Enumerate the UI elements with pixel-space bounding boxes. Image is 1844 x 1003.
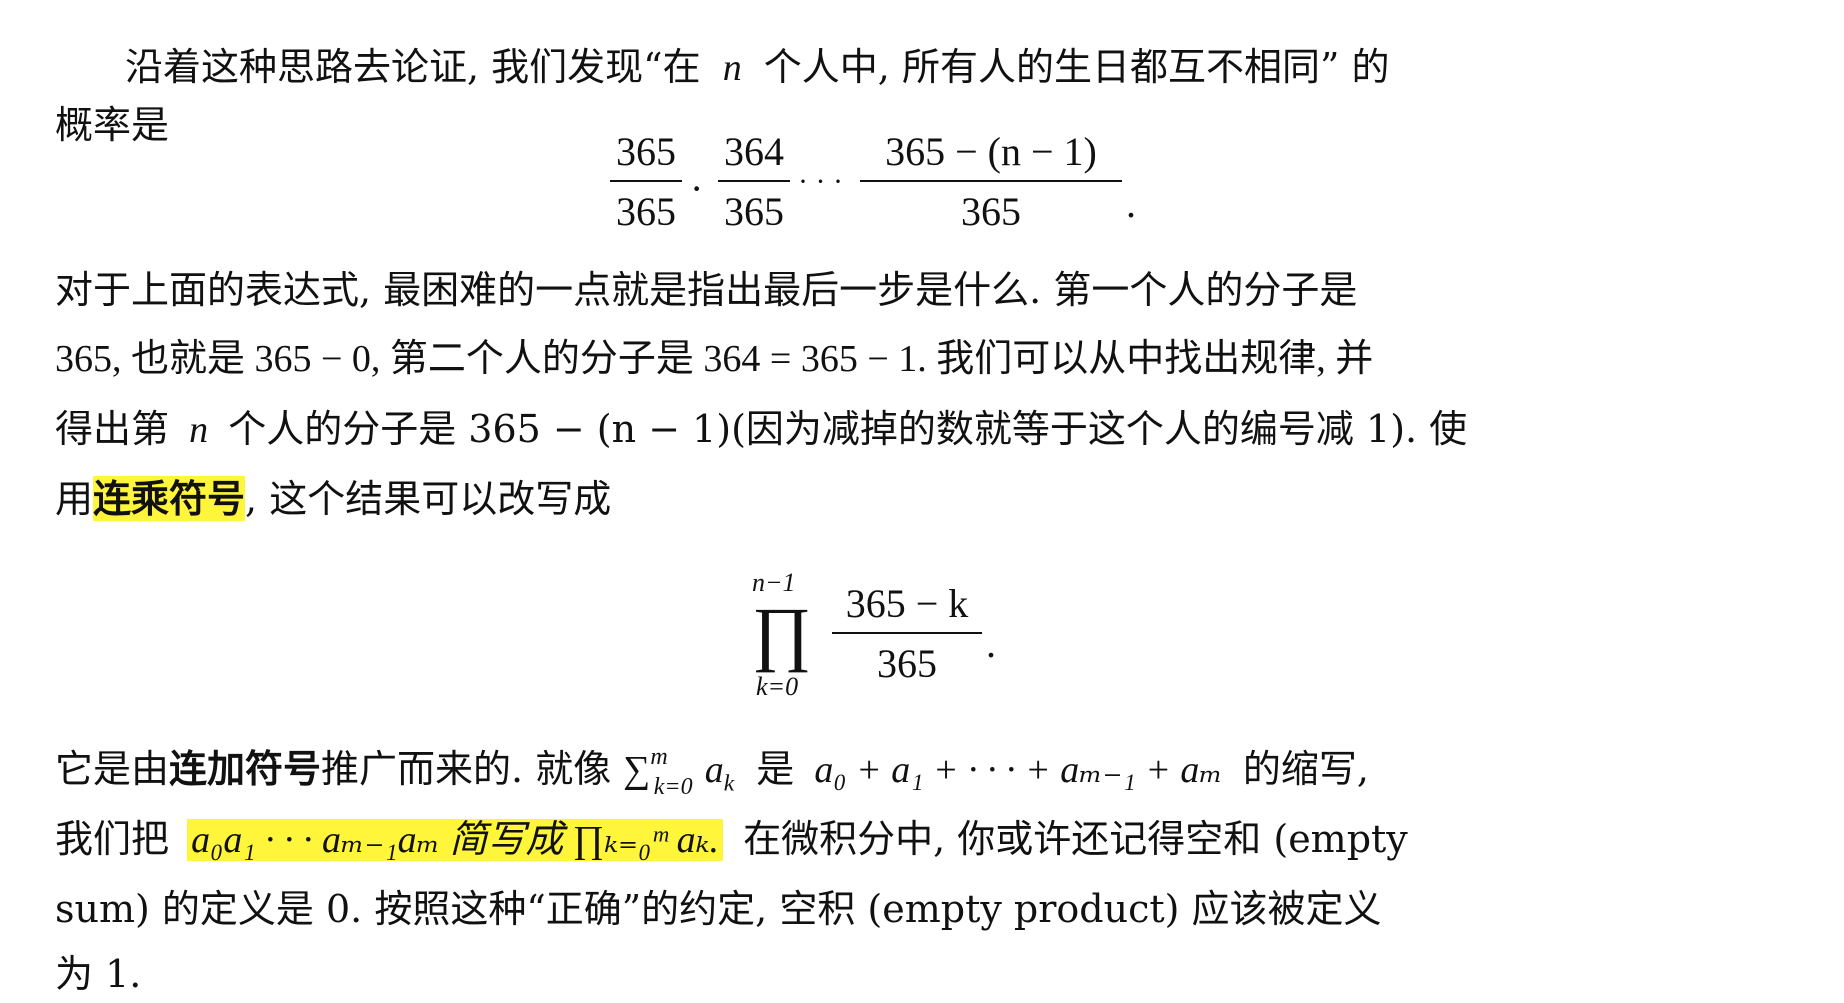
text-segment: 对于上面的表达式, 最困难的一点就是指出最后一步是什么. 第一个人的分子是 (55, 268, 1358, 312)
fraction-bar (860, 180, 1122, 182)
text-segment: 概率是 (55, 103, 170, 147)
text-segment: 个人中, 所有人的生日都互不相同” 的 (763, 45, 1390, 89)
cdots: · · · (798, 165, 843, 198)
paragraph-line: 对于上面的表达式, 最困难的一点就是指出最后一步是什么. 第一个人的分子是 (55, 266, 1705, 314)
math-subscript: k (723, 770, 735, 797)
text-segment: 我们把 (55, 817, 170, 861)
product-upper-limit: n−1 (752, 568, 796, 597)
text-segment: 在微积分中, 你或许还记得空和 (empty (743, 817, 1408, 861)
fraction-denominator: 365 (724, 189, 784, 234)
product-symbol: ∏ (752, 593, 812, 673)
paragraph-line: sum) 的定义是 0. 按照这种“正确”的约定, 空积 (empty prod… (55, 885, 1705, 933)
text-segment: 是 (756, 747, 795, 791)
paragraph-line: 沿着这种思路去论证, 我们发现“在 n 个人中, 所有人的生日都互不相同” 的 (125, 43, 1705, 92)
product-lower-limit: k=0 (756, 672, 799, 701)
sum-lower-limit: k=0 (653, 774, 693, 800)
paragraph-line: 它是由连加符号推广而来的. 就像 ∑m k=0 ak 是 a₀ + a₁ + · … (55, 744, 1705, 808)
period: . (1126, 181, 1136, 226)
text-segment: 个人的分子是 365 − (n − 1)(因为减掉的数就等于这个人的编号减 1)… (228, 407, 1468, 451)
text-segment: 它是由 (55, 747, 170, 791)
text-segment: , 这个结果可以改写成 (245, 477, 612, 521)
text-segment: 365, 也就是 365 − 0, 第二个人的分子是 364 = 365 − 1… (55, 338, 1374, 380)
fraction-bar (610, 180, 682, 182)
fraction-denominator: 365 (616, 189, 676, 234)
fraction-denominator: 365 (961, 189, 1021, 234)
math-variable: n (722, 47, 742, 89)
sum-upper-limit: m (650, 744, 668, 770)
multiply-dot: · (690, 166, 704, 211)
text-segment: 用 (55, 477, 94, 521)
text-segment: 的缩写, (1242, 747, 1369, 791)
paragraph-line: 365, 也就是 365 − 0, 第二个人的分子是 364 = 365 − 1… (55, 335, 1705, 383)
document-page: 沿着这种思路去论证, 我们发现“在 n 个人中, 所有人的生日都互不相同” 的 … (0, 0, 1844, 1003)
paragraph-line: 为 1. (55, 950, 1705, 998)
paragraph-line: 我们把 a₀a₁ · · · aₘ₋₁aₘ 简写成 ∏ₖ₌₀ᵐ aₖ. 在微积分… (55, 815, 1705, 864)
period: . (986, 621, 996, 666)
paragraph-line: 概率是 (55, 101, 1705, 149)
bold-term: 连加符号 (169, 746, 322, 791)
fraction-numerator: 365 − k (845, 581, 969, 626)
text-segment: sum) 的定义是 0. 按照这种“正确”的约定, 空积 (empty prod… (55, 887, 1382, 931)
math-expression: a₀ + a₁ + · · · + aₘ₋₁ + aₘ (814, 749, 1223, 791)
fraction-denominator: 365 (877, 641, 937, 686)
text-segment: 沿着这种思路去论证, 我们发现“在 (125, 45, 701, 89)
fraction-bar (832, 632, 982, 634)
text-segment: 为 1. (55, 952, 142, 996)
paragraph-line: 用连乘符号, 这个结果可以改写成 (55, 475, 1705, 523)
math-variable: a (704, 749, 724, 791)
text-segment: 得出第 (55, 407, 170, 451)
fraction-bar (718, 180, 790, 182)
paragraph-line: 得出第 n 个人的分子是 365 − (n − 1)(因为减掉的数就等于这个人的… (55, 405, 1705, 454)
highlighted-term: 连乘符号 (93, 476, 246, 521)
fraction: 365 − k 365 (832, 580, 982, 688)
highlighted-math: a₀a₁ · · · aₘ₋₁aₘ 简写成 ∏ₖ₌₀ᵐ aₖ. (187, 819, 724, 861)
text-segment: 推广而来的. 就像 (321, 747, 612, 791)
math-variable: n (189, 409, 209, 451)
sum-symbol: ∑ (623, 749, 651, 791)
